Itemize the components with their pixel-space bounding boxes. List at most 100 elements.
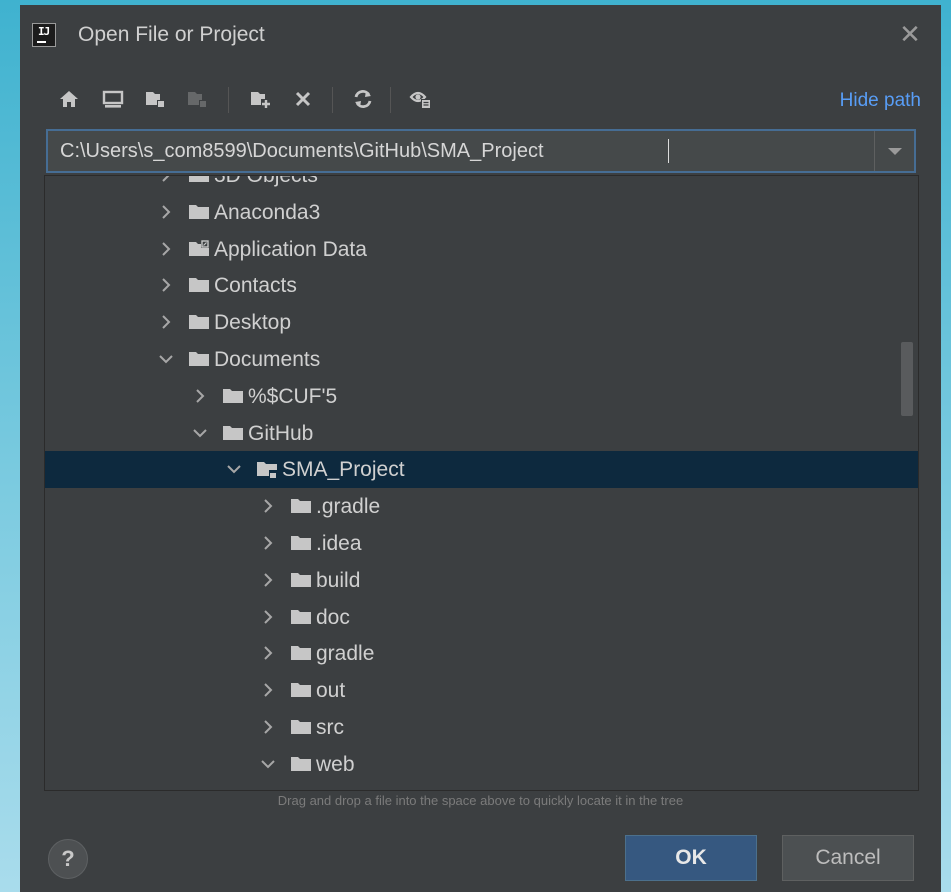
folder-icon <box>188 275 210 295</box>
chevron-right-icon[interactable] <box>157 313 175 331</box>
folder-icon <box>290 570 312 590</box>
refresh-icon <box>354 90 372 108</box>
title-bar[interactable]: IJ Open File or Project ✕ <box>20 5 941 63</box>
tree-row[interactable]: gradle <box>45 635 918 672</box>
tree-row[interactable]: Application Data <box>45 231 918 268</box>
tree-row[interactable]: GitHub <box>45 415 918 452</box>
tree-row-label: build <box>316 568 361 592</box>
tree-row[interactable]: %$CUF'5 <box>45 378 918 415</box>
tree-row-label: Contacts <box>214 274 297 298</box>
tree-row[interactable]: doc <box>45 599 918 636</box>
chevron-right-icon[interactable] <box>259 497 277 515</box>
tree-row-label: .idea <box>316 532 362 555</box>
folder-icon <box>290 717 312 737</box>
text-caret <box>668 139 669 163</box>
folder-icon <box>290 607 312 627</box>
tree-row-label: gradle <box>316 642 375 666</box>
chevron-right-icon[interactable] <box>157 176 175 184</box>
folder-icon <box>222 386 244 406</box>
chevron-down-icon[interactable] <box>225 460 243 478</box>
tree-row[interactable]: Documents <box>45 341 918 378</box>
toolbar-separator <box>228 87 229 113</box>
chevron-down-icon <box>888 148 902 155</box>
folder-icon <box>290 533 312 553</box>
tree-row[interactable]: .gradle <box>45 488 918 525</box>
home-icon <box>60 91 78 107</box>
folder-icon <box>188 202 210 222</box>
chevron-down-icon[interactable] <box>259 755 277 773</box>
refresh-button[interactable] <box>346 81 380 117</box>
folder-icon <box>290 496 312 516</box>
chevron-right-icon[interactable] <box>157 240 175 258</box>
tree-row[interactable]: 3D Objects <box>45 175 918 194</box>
tree-row[interactable]: build <box>45 562 918 599</box>
tree-row-label: doc <box>316 605 350 629</box>
tree-row[interactable]: web <box>45 746 918 783</box>
tree-row-label: src <box>316 716 344 739</box>
chevron-right-icon[interactable] <box>259 644 277 662</box>
project-folder-icon <box>146 92 164 107</box>
chevron-right-icon[interactable] <box>259 608 277 626</box>
project-folder-icon <box>256 459 278 479</box>
show-hidden-icon <box>409 91 431 109</box>
folder-icon <box>290 754 312 774</box>
toolbar <box>52 81 932 117</box>
folder-icon <box>290 643 312 663</box>
chevron-right-icon[interactable] <box>259 718 277 736</box>
desktop-button[interactable] <box>96 81 130 117</box>
toolbar-separator <box>390 87 391 113</box>
project-folder-button[interactable] <box>138 81 172 117</box>
chevron-right-icon[interactable] <box>259 681 277 699</box>
folder-icon <box>188 312 210 332</box>
delete-button[interactable] <box>286 81 320 117</box>
drag-drop-hint: Drag and drop a file into the space abov… <box>277 793 684 808</box>
tree-row[interactable]: Contacts <box>45 267 918 304</box>
hide-path-link[interactable]: Hide path <box>840 90 921 112</box>
desktop-icon <box>102 90 124 108</box>
tree-row-label: web <box>316 752 355 776</box>
chevron-down-icon[interactable] <box>157 350 175 368</box>
folder-icon <box>188 349 210 369</box>
chevron-right-icon[interactable] <box>259 571 277 589</box>
tree-row-label: Desktop <box>214 311 292 335</box>
chevron-right-icon[interactable] <box>259 534 277 552</box>
chevron-down-icon[interactable] <box>191 424 209 442</box>
delete-icon <box>295 91 311 107</box>
cancel-button[interactable]: Cancel <box>782 835 914 881</box>
tree-row-label: SMA_Project <box>282 458 405 482</box>
folder-icon <box>290 680 312 700</box>
tree-row-label: 3D Objects <box>214 175 318 187</box>
folder-icon <box>222 423 244 443</box>
show-hidden-button[interactable] <box>404 81 438 117</box>
module-folder-button[interactable] <box>180 81 214 117</box>
close-button[interactable]: ✕ <box>895 19 925 49</box>
tree-row-label: GitHub <box>248 421 314 445</box>
tree-row[interactable]: out <box>45 672 918 709</box>
ok-button[interactable]: OK <box>625 835 757 881</box>
home-button[interactable] <box>52 81 86 117</box>
tree-row[interactable]: SMA_Project <box>45 451 918 489</box>
path-input[interactable] <box>48 131 874 171</box>
tree-row[interactable]: Anaconda3 <box>45 194 918 231</box>
help-button[interactable]: ? <box>48 839 88 879</box>
new-folder-button[interactable] <box>244 81 278 117</box>
tree-row-label: Application Data <box>214 237 367 261</box>
chevron-right-icon[interactable] <box>191 387 209 405</box>
path-combobox <box>46 129 916 173</box>
new-folder-icon <box>251 92 271 109</box>
module-folder-icon <box>188 92 206 107</box>
chevron-right-icon[interactable] <box>157 276 175 294</box>
dialog-title: Open File or Project <box>78 23 265 46</box>
folder-link-icon <box>188 239 210 259</box>
path-history-dropdown-button[interactable] <box>874 131 914 171</box>
tree-row[interactable]: Desktop <box>45 304 918 341</box>
folder-icon <box>188 176 210 185</box>
tree-row-label: .gradle <box>316 495 381 519</box>
open-file-dialog: IJ Open File or Project ✕ Hide path C:\U… <box>20 5 941 892</box>
chevron-right-icon[interactable] <box>157 203 175 221</box>
intellij-logo-icon: IJ <box>32 23 56 47</box>
file-tree[interactable]: 3D Objects Anaconda3 Application Data Conta… <box>44 175 919 791</box>
tree-row[interactable]: src <box>45 709 918 746</box>
tree-scrollbar-thumb[interactable] <box>901 342 913 416</box>
tree-row[interactable]: .idea <box>45 525 918 562</box>
